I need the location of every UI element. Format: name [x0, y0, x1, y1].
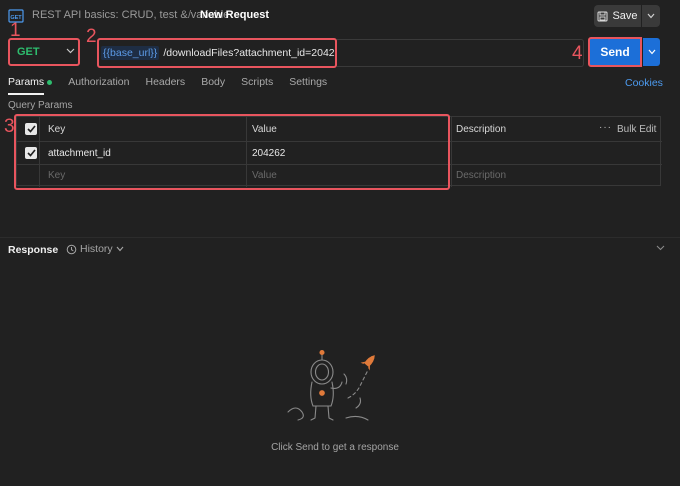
tab-params[interactable]: Params — [8, 76, 53, 92]
save-icon — [597, 11, 608, 21]
send-button[interactable]: Send — [588, 37, 642, 67]
request-title[interactable]: New Request — [200, 9, 269, 21]
save-button[interactable]: Save — [594, 5, 641, 27]
astronaut-illustration — [287, 349, 375, 421]
tab-params-label: Params — [8, 76, 45, 88]
chevron-down-icon — [66, 48, 75, 54]
response-heading: Response — [8, 244, 59, 256]
tab-authorization[interactable]: Authorization — [68, 76, 129, 92]
annotation-label-2: 2 — [86, 26, 97, 47]
save-dropdown-button[interactable] — [642, 5, 660, 27]
send-label: Send — [600, 45, 630, 59]
history-icon — [66, 244, 77, 254]
params-active-dot — [47, 79, 53, 85]
chevron-down-icon[interactable] — [656, 245, 665, 251]
active-tab-indicator — [8, 93, 44, 95]
column-header-description: Description — [456, 124, 507, 135]
method-label: GET — [17, 46, 40, 58]
tab-settings[interactable]: Settings — [289, 76, 327, 92]
send-dropdown-button[interactable] — [643, 38, 660, 66]
query-params-heading: Query Params — [8, 100, 73, 111]
annotation-label-3: 3 — [4, 116, 15, 137]
tab-scripts[interactable]: Scripts — [241, 76, 273, 92]
url-input[interactable]: {{base_url}} /downloadFiles?attachment_i… — [97, 38, 337, 68]
cookies-link[interactable]: Cookies — [625, 77, 663, 89]
url-variable-token[interactable]: {{base_url}} — [101, 46, 160, 60]
table-divider — [451, 117, 452, 187]
empty-response-message: Click Send to get a response — [271, 442, 399, 453]
request-header: GET REST API basics: CRUD, test & variab… — [0, 0, 680, 32]
history-button[interactable]: History — [66, 243, 124, 255]
more-options-icon[interactable]: ··· — [599, 122, 612, 133]
url-input-area[interactable] — [337, 39, 584, 67]
chevron-down-icon — [116, 246, 124, 252]
method-select[interactable]: GET — [8, 38, 80, 66]
chevron-down-icon — [647, 13, 655, 19]
save-label: Save — [612, 10, 638, 22]
annotation-label-4: 4 — [572, 43, 583, 64]
tab-headers[interactable]: Headers — [145, 76, 185, 92]
new-description-input[interactable]: Description — [456, 170, 506, 181]
bulk-edit-button[interactable]: Bulk Edit — [617, 124, 656, 135]
url-path-text: /downloadFiles?attachment_id=204262 — [163, 47, 337, 59]
tab-body[interactable]: Body — [201, 76, 225, 92]
pane-divider[interactable] — [0, 237, 680, 238]
request-tabs: Params Authorization Headers Body Script… — [8, 76, 343, 92]
chevron-down-icon — [648, 49, 655, 55]
breadcrumb-separator: / — [188, 9, 192, 21]
history-label: History — [80, 243, 113, 255]
annotation-highlight-box — [14, 114, 450, 190]
